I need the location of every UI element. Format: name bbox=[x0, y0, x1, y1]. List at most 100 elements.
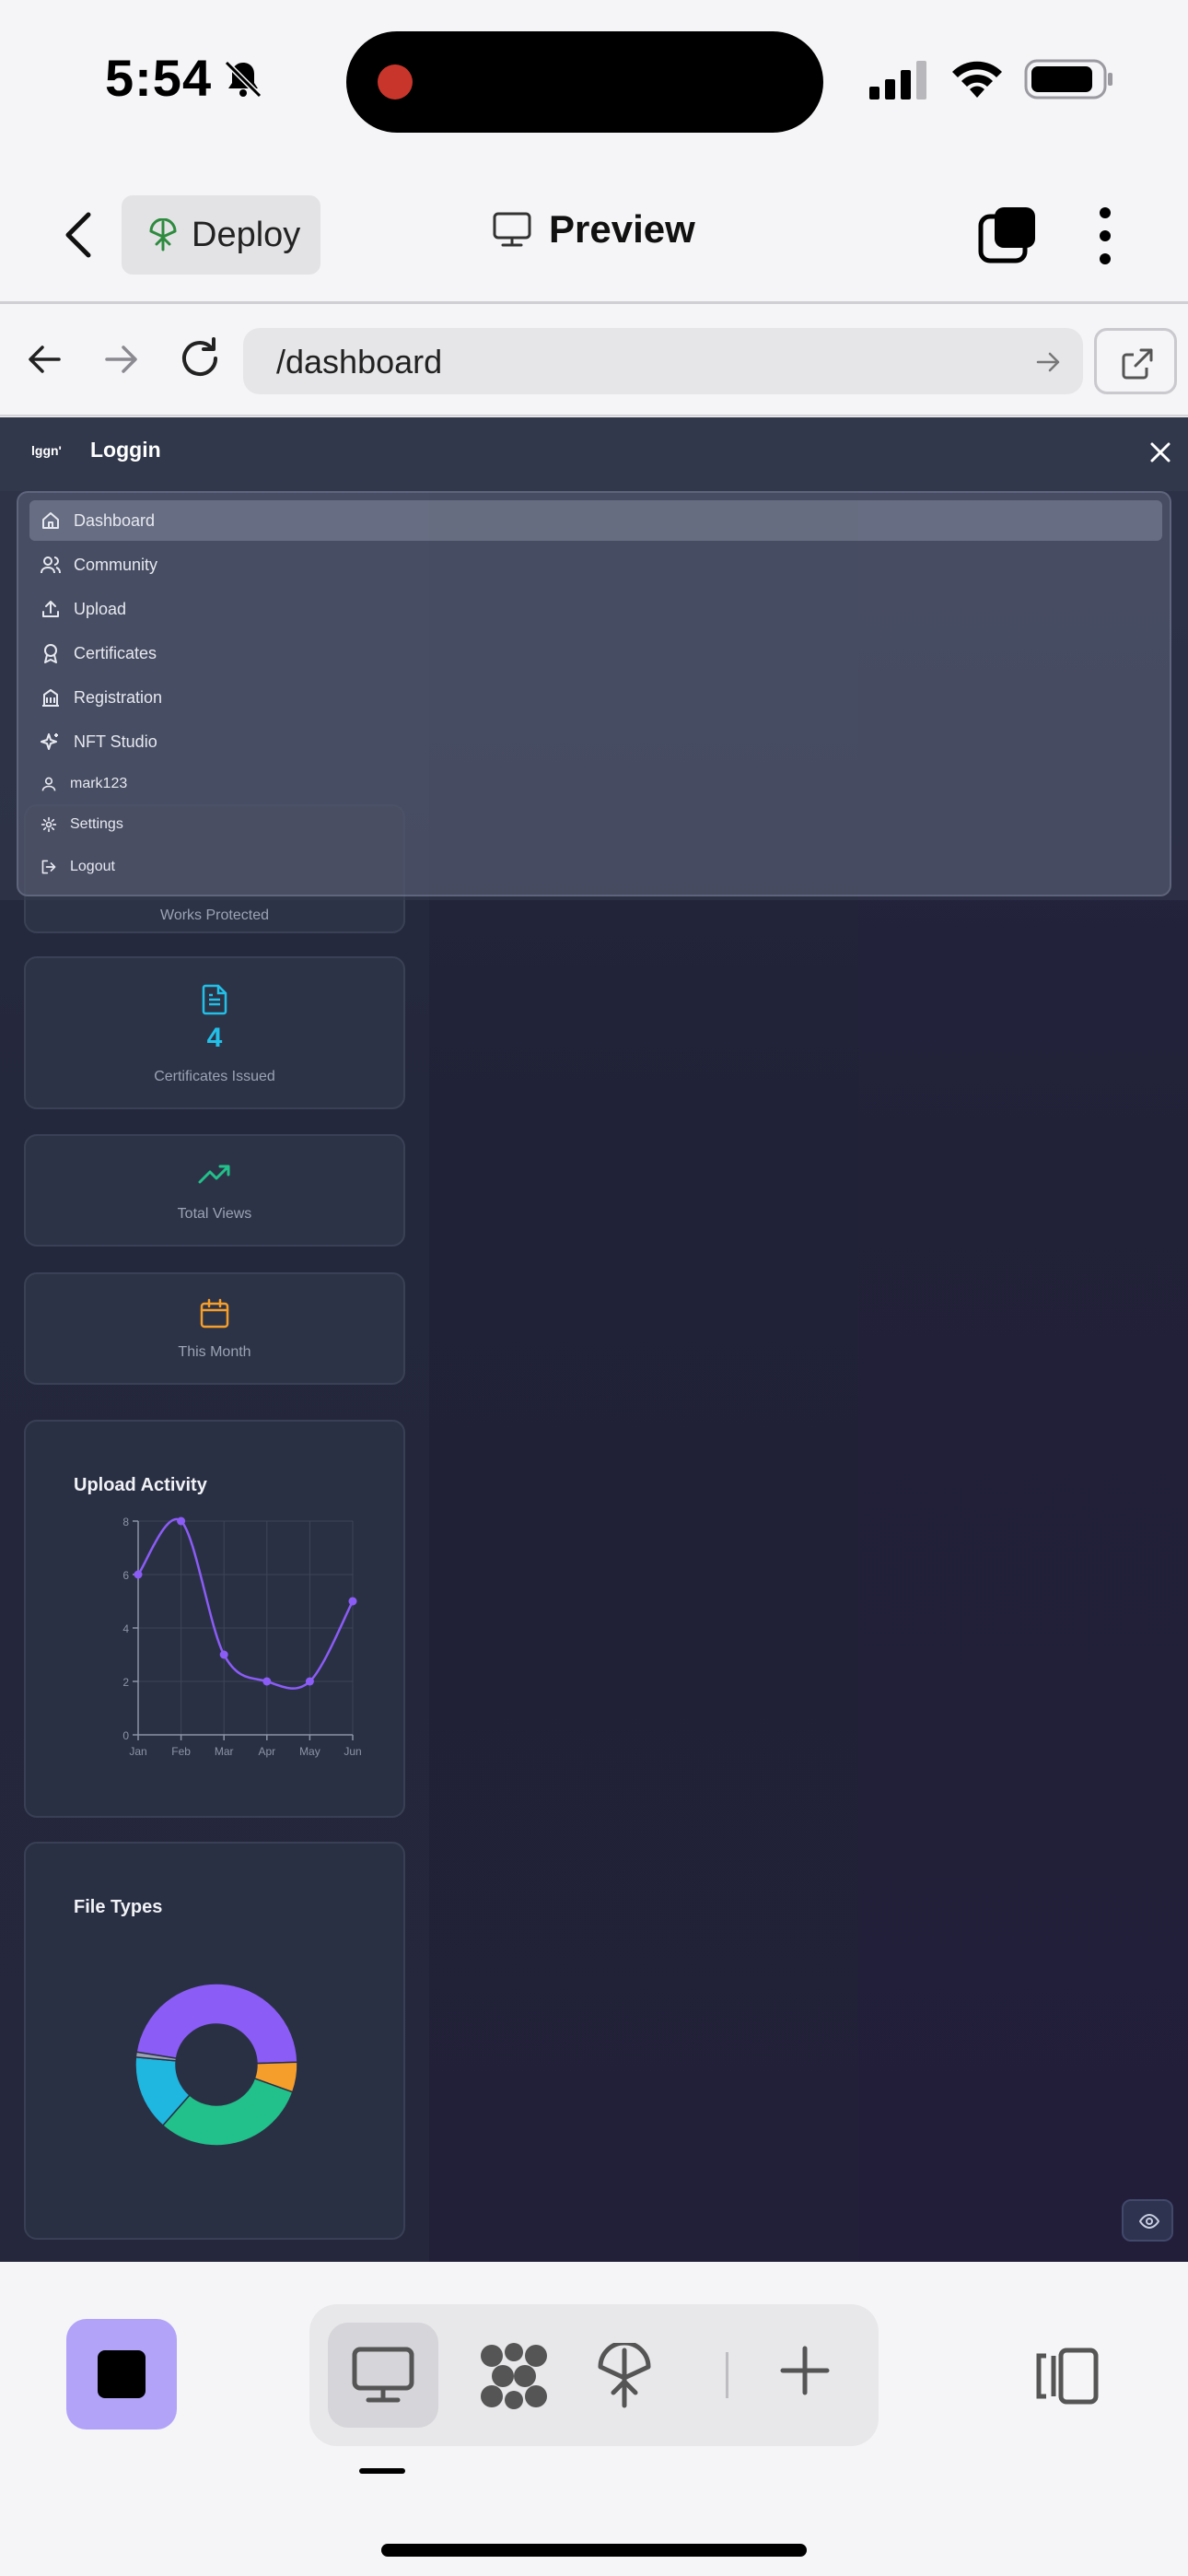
eye-icon bbox=[1139, 2213, 1159, 2230]
preview-title: Preview bbox=[492, 207, 695, 252]
close-icon[interactable] bbox=[1147, 439, 1173, 465]
menu-item-upload[interactable]: Upload bbox=[29, 589, 1162, 629]
browser-bar: /dashboard bbox=[0, 304, 1188, 416]
stop-button[interactable] bbox=[66, 2319, 177, 2430]
status-time: 5:54 bbox=[105, 49, 213, 107]
award-icon bbox=[44, 644, 57, 663]
panels-toggle-button[interactable] bbox=[1033, 2347, 1100, 2406]
stat-label: Works Protected bbox=[160, 907, 269, 923]
stat-label: Certificates Issued bbox=[154, 1069, 275, 1084]
menu-item-label: Settings bbox=[70, 816, 123, 832]
upload-icon bbox=[42, 601, 59, 617]
add-button[interactable] bbox=[777, 2343, 833, 2398]
logout-icon bbox=[41, 860, 56, 874]
preview-label: Preview bbox=[549, 207, 695, 251]
toolbar-divider bbox=[726, 2352, 728, 2398]
desktop-preview-button[interactable] bbox=[328, 2323, 438, 2428]
data-point bbox=[305, 1677, 314, 1686]
user-icon bbox=[41, 777, 56, 791]
menu-item-registration[interactable]: Registration bbox=[29, 677, 1162, 718]
menu-item-settings[interactable]: Settings bbox=[29, 804, 1162, 845]
gear-icon bbox=[41, 816, 57, 833]
external-link-icon bbox=[1122, 348, 1153, 380]
y-tick-label: 4 bbox=[122, 1622, 129, 1635]
y-tick-label: 6 bbox=[122, 1569, 129, 1582]
brand-name: Loggin bbox=[90, 438, 161, 462]
menu-item-dashboard[interactable]: Dashboard bbox=[29, 500, 1162, 541]
series-line bbox=[136, 1517, 355, 1690]
url-field[interactable]: /dashboard bbox=[243, 328, 1083, 394]
nodes-button[interactable] bbox=[479, 2343, 549, 2409]
stat-label: Total Views bbox=[177, 1206, 252, 1222]
stat-card-certificates: 4 Certificates Issued bbox=[24, 956, 405, 1109]
menu-item-profile[interactable]: mark123 bbox=[29, 764, 1162, 804]
battery-icon bbox=[1024, 59, 1112, 100]
building-icon bbox=[42, 689, 59, 707]
view-mode-group bbox=[309, 2304, 879, 2446]
users-icon bbox=[41, 556, 61, 574]
y-tick-label: 2 bbox=[122, 1676, 129, 1689]
y-tick-label: 8 bbox=[122, 1516, 129, 1528]
stat-label: This Month bbox=[178, 1344, 251, 1360]
bottom-toolbar bbox=[0, 2262, 1188, 2576]
upload-activity-chart: 0 2 4 6 8 Jan Feb Mar Apr May Jun bbox=[122, 1516, 361, 1758]
menu-item-label: Certificates bbox=[74, 643, 157, 662]
app-header: Deploy Preview bbox=[0, 161, 1188, 304]
nav-back-button[interactable] bbox=[26, 341, 63, 378]
menu-item-label: Dashboard bbox=[74, 510, 156, 530]
x-tick-label: Jan bbox=[129, 1745, 146, 1758]
x-tick-label: Feb bbox=[171, 1745, 191, 1758]
more-options-button[interactable] bbox=[1087, 204, 1124, 268]
open-external-button[interactable] bbox=[1094, 328, 1177, 394]
x-tick-label: Mar bbox=[215, 1745, 234, 1758]
home-indicator bbox=[381, 2544, 807, 2557]
brand-logo: lggn' bbox=[31, 443, 62, 458]
data-point bbox=[177, 1516, 186, 1526]
data-point bbox=[219, 1650, 228, 1659]
nav-forward-button[interactable] bbox=[103, 341, 140, 378]
calendar-icon bbox=[200, 1298, 229, 1329]
stat-card-this-month: This Month bbox=[24, 1272, 405, 1385]
back-button[interactable] bbox=[55, 207, 101, 263]
monitor-icon bbox=[352, 2347, 414, 2403]
tabs-button[interactable] bbox=[978, 205, 1037, 264]
upload-activity-card: Upload Activity 0 2 4 6 8 Jan Feb Mar Apr May Jun bbox=[24, 1420, 405, 1818]
menu-item-label: NFT Studio bbox=[74, 732, 157, 751]
menu-item-nft-studio[interactable]: NFT Studio bbox=[29, 721, 1162, 762]
menu-item-logout[interactable]: Logout bbox=[29, 847, 1162, 887]
cellular-signal-icon bbox=[869, 61, 926, 100]
x-tick-label: Jun bbox=[344, 1745, 361, 1758]
file-types-chart bbox=[134, 1983, 298, 2147]
data-point bbox=[348, 1597, 357, 1606]
visibility-toggle-button[interactable] bbox=[1122, 2199, 1173, 2242]
wifi-icon bbox=[952, 61, 1002, 98]
menu-item-label: Upload bbox=[74, 599, 127, 618]
sparkles-icon bbox=[41, 733, 58, 750]
pie-slice bbox=[135, 1983, 298, 2065]
menu-item-certificates[interactable]: Certificates bbox=[29, 633, 1162, 673]
menu-item-label: mark123 bbox=[70, 776, 128, 791]
menu-panel: Dashboard Community Upload Certificates … bbox=[17, 491, 1171, 896]
reload-button[interactable] bbox=[177, 335, 223, 381]
menu-item-label: Registration bbox=[74, 687, 163, 707]
recording-dot-icon bbox=[378, 64, 413, 100]
deploy-button[interactable]: Deploy bbox=[122, 195, 320, 275]
bell-slash-icon bbox=[224, 60, 262, 99]
mobile-menu-overlay: lggn' Loggin Dashboard Community Upload … bbox=[0, 417, 1188, 900]
status-bar: 5:54 bbox=[0, 0, 1188, 161]
trending-up-icon bbox=[198, 1165, 230, 1184]
stat-value: 4 bbox=[206, 1023, 223, 1053]
dynamic-island bbox=[346, 31, 823, 133]
deploy-label: Deploy bbox=[192, 215, 301, 254]
deploy-button[interactable] bbox=[597, 2343, 652, 2409]
data-point bbox=[134, 1570, 143, 1579]
x-tick-label: Apr bbox=[258, 1745, 275, 1758]
home-icon bbox=[42, 512, 59, 529]
y-tick-label: 0 bbox=[122, 1729, 129, 1742]
go-arrow-icon[interactable] bbox=[1035, 348, 1063, 376]
document-icon bbox=[202, 984, 227, 1015]
menu-item-community[interactable]: Community bbox=[29, 544, 1162, 585]
menu-item-label: Logout bbox=[70, 859, 115, 874]
menu-topbar: lggn' Loggin bbox=[0, 417, 1188, 491]
deploy-icon bbox=[149, 218, 177, 252]
